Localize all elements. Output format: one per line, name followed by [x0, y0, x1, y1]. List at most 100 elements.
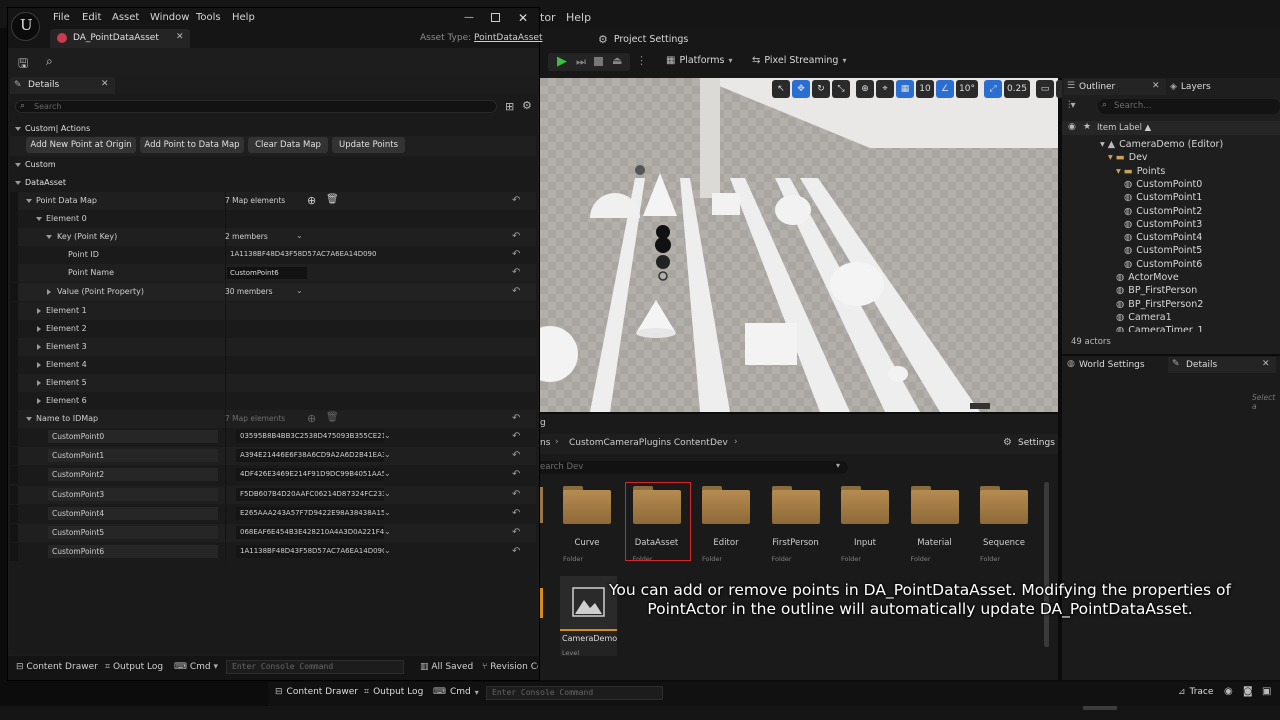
- details-search-input[interactable]: ⌕ Search: [15, 100, 497, 113]
- output-log-button[interactable]: ⌗ Output Log: [105, 662, 163, 672]
- close-icon[interactable]: ✕: [1152, 81, 1160, 91]
- breadcrumb-content[interactable]: CustomCameraPlugins Content: [569, 438, 710, 448]
- chevron-down-icon[interactable]: [46, 235, 52, 239]
- category-custom[interactable]: Custom: [10, 156, 536, 174]
- reset-icon[interactable]: ↶: [512, 450, 520, 461]
- revision-control-button[interactable]: ⑂ Revision Co: [482, 662, 538, 672]
- add-element-icon[interactable]: ⊕: [307, 194, 316, 207]
- filter-icon[interactable]: ⫶▾: [1068, 100, 1076, 111]
- breadcrumb-dev[interactable]: Dev: [710, 438, 728, 448]
- scale-icon[interactable]: ⤡: [832, 80, 850, 98]
- chevron-down-icon[interactable]: [26, 417, 32, 421]
- browse-icon[interactable]: ⌕: [46, 54, 53, 69]
- chevron-down-icon[interactable]: ⌄: [296, 231, 303, 240]
- close-icon[interactable]: ✕: [101, 79, 109, 89]
- outliner-item[interactable]: ◍ CustomPoint6: [1062, 258, 1202, 271]
- outliner-item[interactable]: ◍ CustomPoint2: [1062, 205, 1202, 218]
- chevron-right-icon[interactable]: [37, 344, 41, 350]
- chevron-down-icon[interactable]: [26, 199, 32, 203]
- menu-asset[interactable]: Asset: [112, 12, 139, 23]
- content-drawer-button[interactable]: ⊟ Content Drawer: [16, 662, 98, 672]
- rotate-icon[interactable]: ↻: [812, 80, 830, 98]
- idmap-value-input[interactable]: F5DB607B4D20AAFC06214D87324FC233: [236, 487, 384, 501]
- chevron-down-icon[interactable]: ⌄: [384, 546, 391, 555]
- chevron-down-icon[interactable]: ⌄: [384, 527, 391, 536]
- outliner-item[interactable]: ◍ CustomPoint3: [1062, 218, 1202, 231]
- menu-edit[interactable]: Edit: [82, 12, 101, 23]
- clear-data-map-button[interactable]: Clear Data Map: [248, 137, 328, 153]
- add-new-point-at-origin-button[interactable]: Add New Point at Origin: [26, 137, 136, 153]
- outliner-item[interactable]: ◍ BP_FirstPerson: [1062, 284, 1197, 297]
- idmap-value-input[interactable]: E265AAA243A57F7D9422E98A38438A15: [236, 506, 384, 520]
- all-saved-button[interactable]: ▥ All Saved: [420, 662, 473, 672]
- tab-outliner[interactable]: ☰ Outliner ✕: [1064, 79, 1166, 95]
- world-icon[interactable]: ⊕: [856, 80, 874, 98]
- tab-details[interactable]: ✎ Details ✕: [10, 77, 115, 94]
- reset-icon[interactable]: ↶: [512, 431, 520, 442]
- outliner-search-input[interactable]: ⌕ Search...: [1098, 99, 1280, 114]
- console-command-input[interactable]: Enter Console Command: [226, 660, 404, 674]
- idmap-value-input[interactable]: 068EAF6E454B3E428210A4A3D0A221F4: [236, 526, 384, 539]
- idmap-key-input[interactable]: CustomPoint5: [48, 526, 218, 539]
- reset-icon[interactable]: ↶: [512, 469, 520, 480]
- level-viewport[interactable]: [540, 78, 1058, 412]
- asset-type-link[interactable]: PointDataAsset: [474, 33, 542, 43]
- chevron-right-icon[interactable]: [37, 362, 41, 368]
- outliner-item[interactable]: ◍ CustomPoint0: [1062, 178, 1202, 191]
- content-search-input[interactable]: earch Dev ▾: [540, 461, 848, 474]
- tab-da-pointdataasset[interactable]: DA_PointDataAsset ✕: [50, 29, 190, 48]
- outliner-item[interactable]: ◍ CustomPoint5: [1062, 244, 1202, 257]
- content-browser-settings[interactable]: Settings: [1018, 438, 1055, 448]
- chevron-down-icon[interactable]: ⌄: [296, 286, 303, 295]
- chevron-right-icon[interactable]: [47, 289, 51, 295]
- reset-icon[interactable]: ↶: [512, 286, 520, 297]
- folder-icon[interactable]: [841, 486, 889, 524]
- reset-icon[interactable]: ↶: [512, 527, 520, 538]
- reset-icon[interactable]: ↶: [512, 249, 520, 260]
- tab-details-world[interactable]: ✎ Details ✕: [1168, 357, 1276, 373]
- menu-help[interactable]: Help: [232, 12, 255, 23]
- maximize-icon[interactable]: [491, 13, 500, 22]
- chevron-down-icon[interactable]: ⌄: [384, 489, 391, 498]
- outliner-item[interactable]: ◍ ActorMove: [1062, 271, 1179, 284]
- outliner-item[interactable]: ◍ CustomPoint4: [1062, 231, 1202, 244]
- menu-window[interactable]: Window: [150, 12, 189, 23]
- outliner-item[interactable]: ▾ ▲ CameraDemo (Editor): [1062, 138, 1223, 151]
- minimize-icon[interactable]: —: [464, 12, 474, 23]
- item-label-column[interactable]: Item Label ▲: [1097, 123, 1151, 133]
- idmap-value-input[interactable]: 1A1138BF48D43F58D57AC7A6EA14D090: [236, 545, 384, 559]
- gear-icon[interactable]: ⚙: [522, 99, 532, 112]
- visibility-eye-icon[interactable]: ◉: [1068, 122, 1076, 132]
- scale-size[interactable]: 0.25: [1003, 80, 1030, 98]
- play-icon[interactable]: ▶: [557, 54, 567, 69]
- reset-icon[interactable]: ↶: [512, 546, 520, 557]
- menu-help[interactable]: Help: [566, 11, 591, 24]
- chevron-right-icon[interactable]: [37, 326, 41, 332]
- platforms-button[interactable]: ▦ Platforms ▾: [666, 55, 732, 66]
- output-log-button-main[interactable]: ⌗ Output Log: [364, 687, 423, 697]
- idmap-key-input[interactable]: CustomPoint1: [48, 449, 218, 463]
- chevron-down-icon[interactable]: ⌄: [384, 431, 391, 440]
- chevron-right-icon[interactable]: [37, 380, 41, 386]
- update-points-button[interactable]: Update Points: [332, 137, 405, 153]
- folder-icon[interactable]: [563, 486, 611, 524]
- category-dataasset[interactable]: DataAsset: [10, 174, 536, 192]
- grid-snap-icon[interactable]: ▦: [896, 80, 914, 98]
- project-settings-button[interactable]: ⚙ Project Settings: [598, 33, 688, 46]
- pixel-streaming-button[interactable]: ⇆ Pixel Streaming ▾: [752, 55, 846, 66]
- chevron-down-icon[interactable]: ⌄: [384, 469, 391, 478]
- idmap-key-input[interactable]: CustomPoint4: [48, 506, 218, 520]
- tab-layers[interactable]: ◈ Layers: [1170, 79, 1211, 95]
- chevron-right-icon[interactable]: [37, 308, 41, 314]
- scale-snap-icon[interactable]: ⤢: [983, 80, 1002, 98]
- folder-icon[interactable]: [980, 486, 1028, 524]
- outliner-item[interactable]: ◍ BP_FirstPerson2: [1062, 298, 1203, 311]
- outliner-item[interactable]: ◍ CameraTimer_1: [1062, 324, 1204, 332]
- idmap-key-input[interactable]: CustomPoint2: [48, 468, 218, 482]
- close-icon[interactable]: ✕: [1262, 359, 1270, 369]
- cmd-dropdown-main[interactable]: ⌨ Cmd ▾: [433, 687, 479, 697]
- reset-icon[interactable]: ↶: [512, 267, 520, 278]
- folder-icon[interactable]: [910, 486, 959, 524]
- save-icon[interactable]: 🖫: [18, 54, 28, 75]
- more-options-icon[interactable]: ⋮: [636, 54, 647, 67]
